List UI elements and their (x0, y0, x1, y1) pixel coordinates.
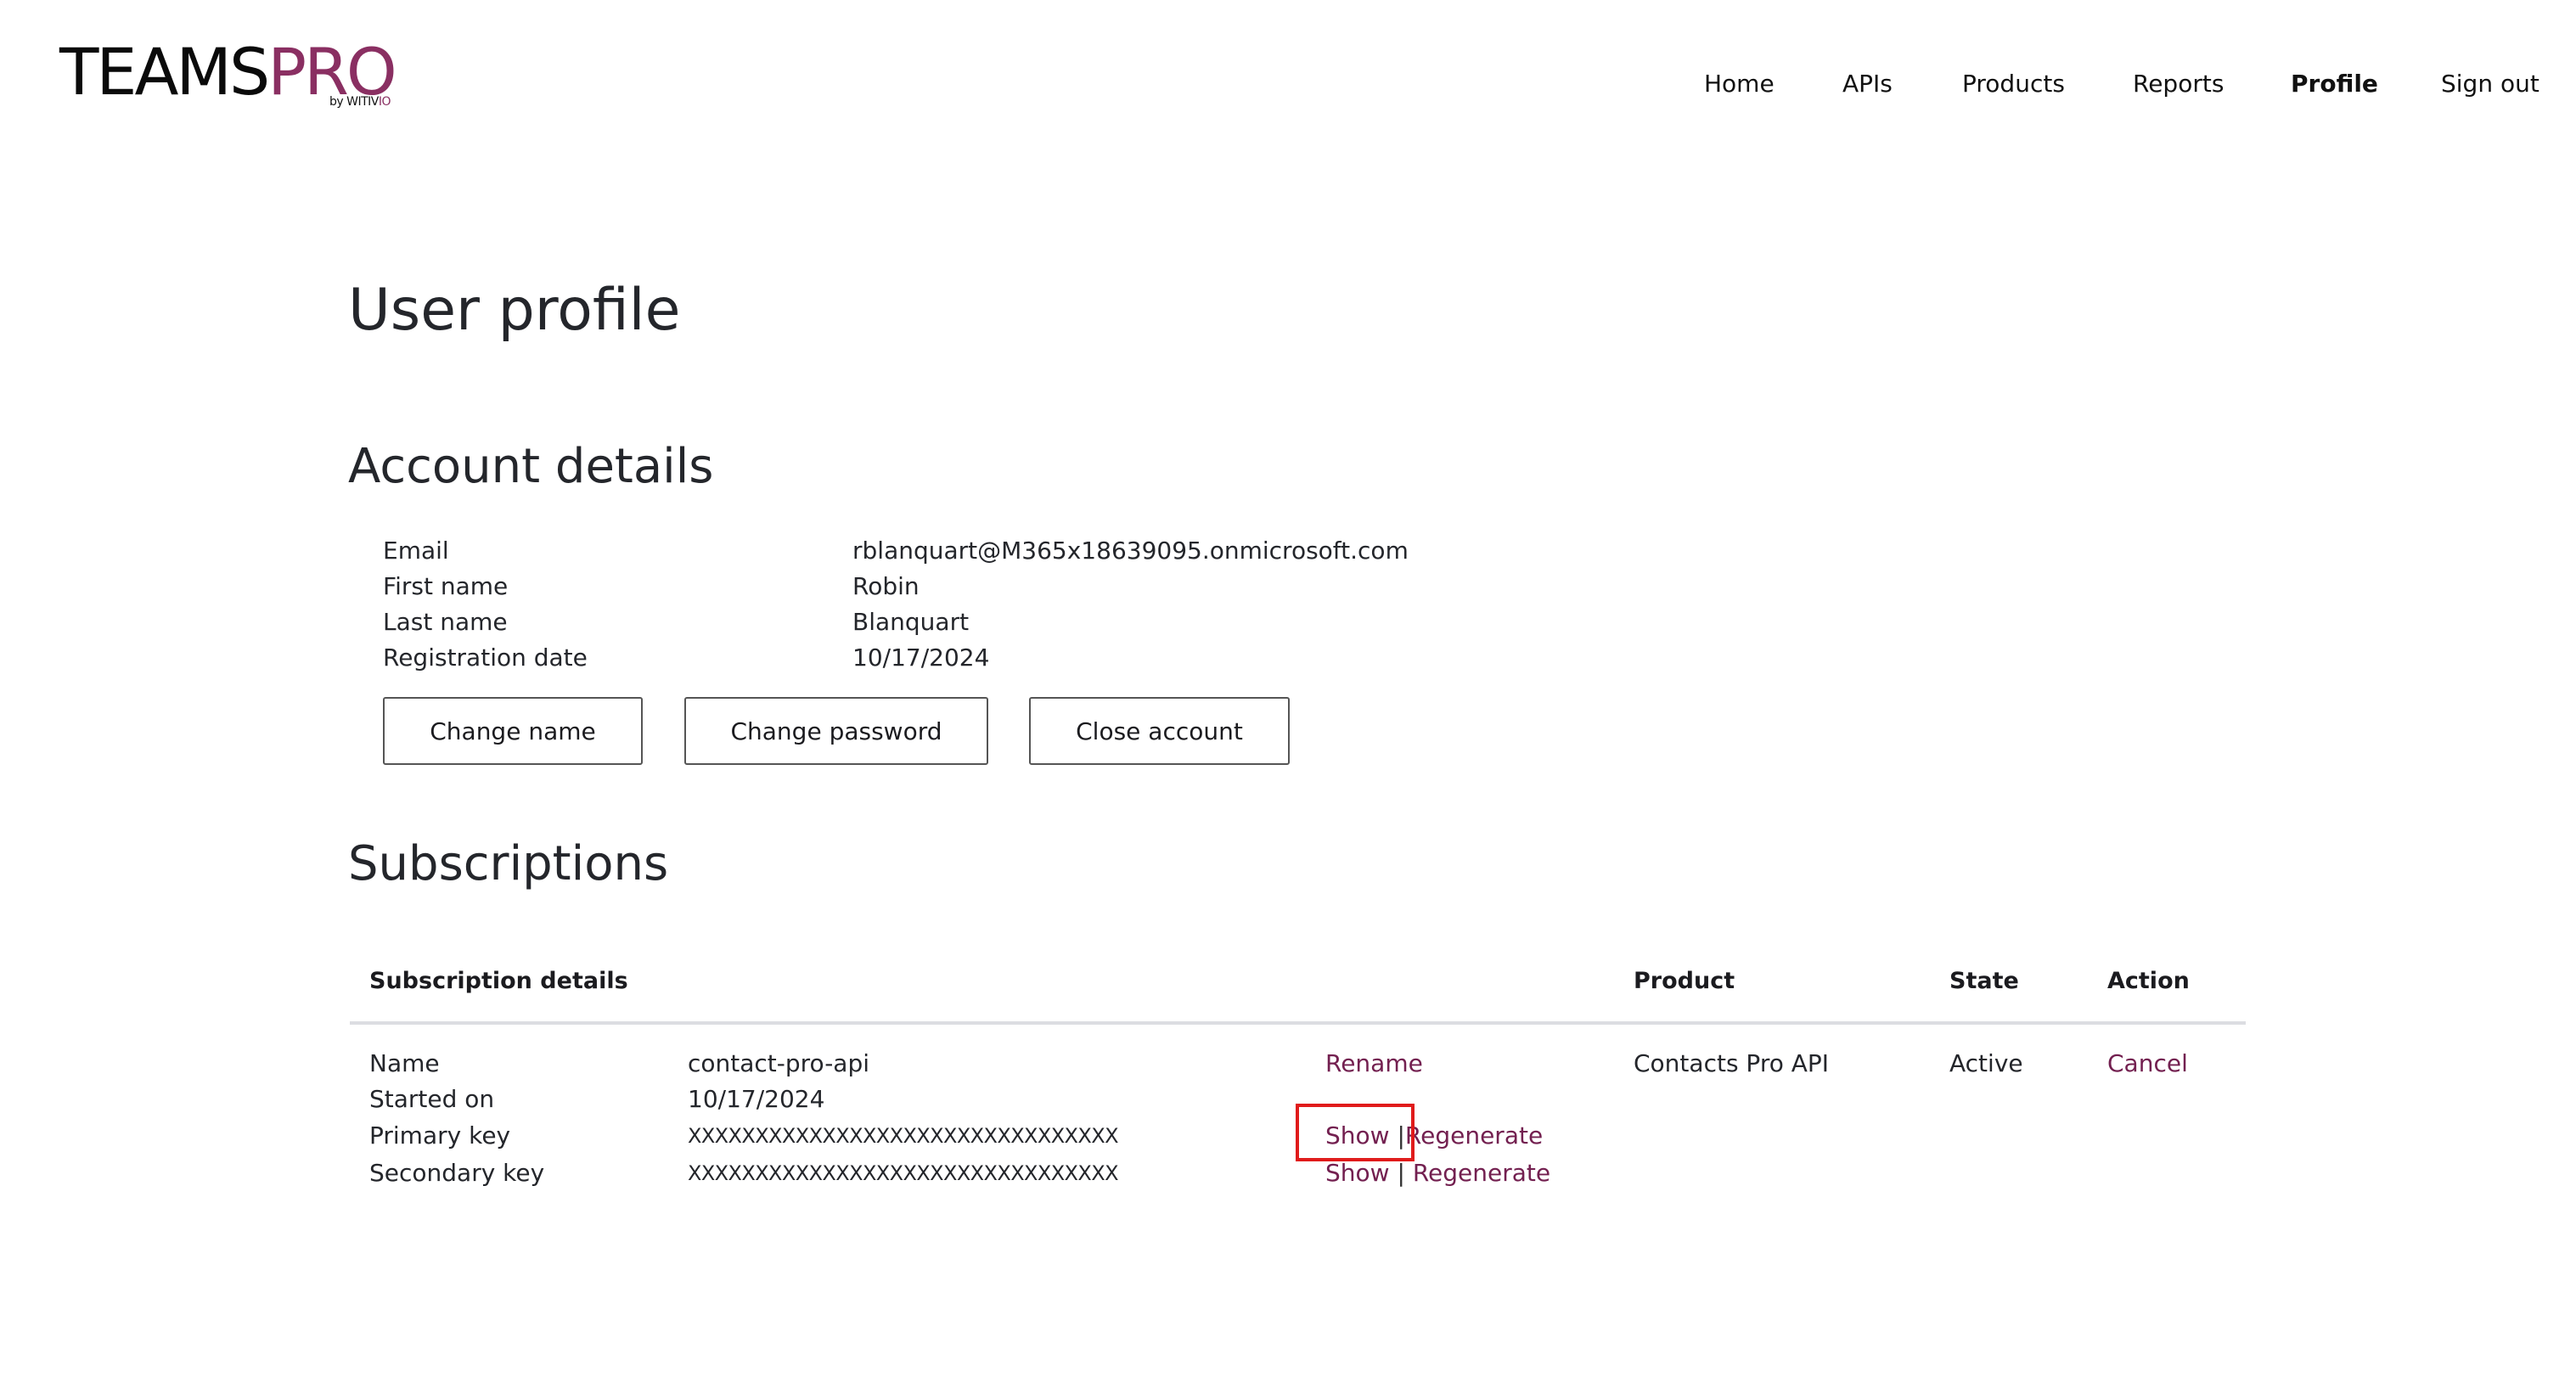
show-secondary-key-link[interactable]: Show (1325, 1159, 1390, 1187)
secondary-key-actions: Show | Regenerate (1325, 1159, 1550, 1188)
nav-sign-out[interactable]: Sign out (2441, 70, 2539, 98)
close-account-button[interactable]: Close account (1029, 697, 1290, 765)
logo-tagline: by WITIVIO (329, 95, 391, 109)
column-header-action: Action (2107, 968, 2190, 994)
page-title: User profile (348, 277, 681, 344)
started-on-value: 10/17/2024 (688, 1085, 825, 1113)
show-primary-key-link[interactable]: Show (1325, 1121, 1390, 1149)
separator: | (1397, 1121, 1405, 1149)
column-header-subscription-details: Subscription details (369, 968, 628, 994)
registration-date-label: Registration date (383, 644, 588, 672)
product-value: Contacts Pro API (1634, 1049, 1830, 1077)
table-header-divider (350, 1021, 2246, 1025)
first-name-label: First name (383, 572, 509, 600)
regenerate-secondary-key-link[interactable]: Regenerate (1413, 1159, 1550, 1187)
primary-key-actions: Show |Regenerate (1325, 1121, 1543, 1150)
regenerate-primary-key-link[interactable]: Regenerate (1405, 1121, 1543, 1149)
nav-products[interactable]: Products (1962, 70, 2065, 98)
subscription-name-label: Name (369, 1049, 440, 1077)
started-on-label: Started on (369, 1085, 495, 1113)
nav-home[interactable]: Home (1704, 70, 1775, 98)
column-header-product: Product (1634, 968, 1735, 994)
change-password-button[interactable]: Change password (684, 697, 988, 765)
account-details-heading: Account details (348, 439, 714, 494)
cancel-subscription-link[interactable]: Cancel (2107, 1049, 2188, 1078)
primary-key-label: Primary key (369, 1121, 511, 1149)
rename-link[interactable]: Rename (1325, 1049, 1423, 1078)
nav-reports[interactable]: Reports (2133, 70, 2224, 98)
secondary-key-value: XXXXXXXXXXXXXXXXXXXXXXXXXXXXXXXX (688, 1161, 1119, 1185)
separator: | (1397, 1159, 1405, 1187)
registration-date-value: 10/17/2024 (852, 644, 990, 672)
nav-profile[interactable]: Profile (2291, 70, 2378, 98)
subscriptions-heading: Subscriptions (348, 836, 669, 891)
column-header-state: State (1949, 968, 2019, 994)
teamspro-logo[interactable]: TEAMSPRO by WITIVIO (59, 34, 416, 119)
nav-apis[interactable]: APIs (1842, 70, 1893, 98)
email-label: Email (383, 537, 449, 565)
primary-key-value: XXXXXXXXXXXXXXXXXXXXXXXXXXXXXXXX (688, 1124, 1119, 1148)
first-name-value: Robin (852, 572, 920, 600)
last-name-value: Blanquart (852, 608, 970, 636)
state-value: Active (1949, 1049, 2023, 1077)
last-name-label: Last name (383, 608, 508, 636)
subscription-name-value: contact-pro-api (688, 1049, 870, 1077)
secondary-key-label: Secondary key (369, 1159, 545, 1187)
change-name-button[interactable]: Change name (383, 697, 643, 765)
email-value: rblanquart@M365x18639095.onmicrosoft.com (852, 537, 1409, 565)
